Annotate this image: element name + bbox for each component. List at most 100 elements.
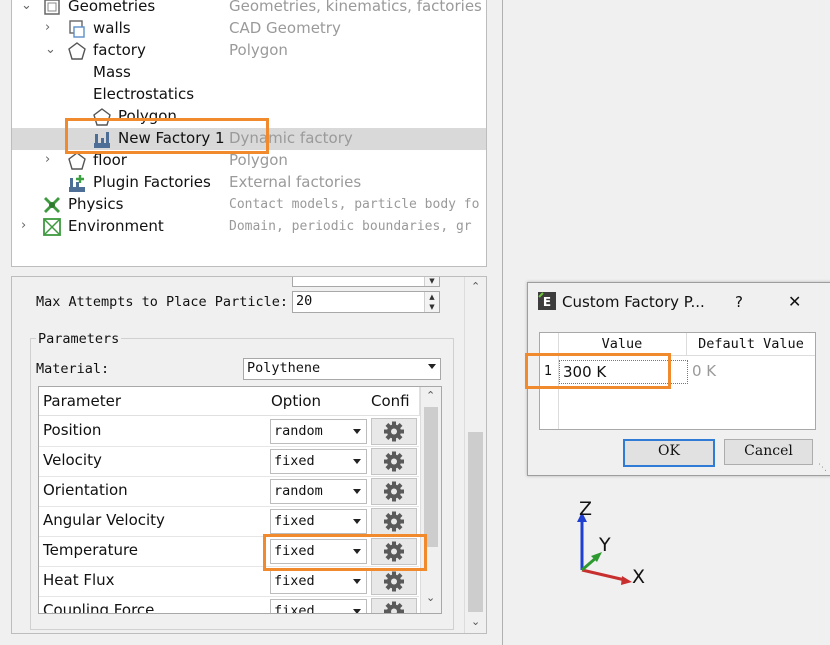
tree-item-factory[interactable]: ⌄ factory Polygon — [12, 40, 486, 62]
config-button[interactable] — [371, 418, 417, 445]
tree-item-description: Domain, periodic boundaries, gr — [229, 219, 472, 234]
chevron-right-icon[interactable]: › — [45, 20, 59, 36]
tree-item-label: Geometries — [68, 0, 156, 15]
ok-button[interactable]: OK — [623, 439, 715, 467]
resize-grip-icon[interactable]: ⋱ — [818, 463, 827, 473]
tree-item-description: Polygon — [229, 41, 288, 59]
tree-item-description: External factories — [229, 173, 362, 191]
option-select[interactable]: fixed — [270, 449, 367, 474]
tree-item-label: Physics — [68, 195, 124, 213]
spin-arrows-icon[interactable]: ▲▼ — [424, 292, 439, 312]
dropdown-arrow-icon — [428, 364, 436, 369]
tree-item-environment[interactable]: › Environment Domain, periodic boundarie… — [12, 216, 486, 238]
config-button[interactable] — [371, 478, 417, 505]
chevron-down-icon[interactable]: ⌄ — [21, 0, 35, 14]
tree-item-description: Contact models, particle body fo — [229, 197, 480, 212]
material-label: Material: — [36, 361, 110, 377]
max-attempts-spinbox[interactable]: 20 ▲ ▼ — [292, 291, 440, 313]
parameter-name: Velocity — [43, 451, 102, 469]
option-select[interactable]: random — [270, 419, 367, 444]
x-axis-label: X — [632, 566, 646, 588]
table-row: Angular Velocity fixed — [39, 506, 419, 537]
svg-text:E: E — [543, 295, 551, 309]
config-button[interactable] — [371, 568, 417, 595]
spin-arrows-icon[interactable]: ▲▼ — [424, 277, 439, 286]
dropdown-arrow-icon — [353, 519, 361, 524]
chevron-right-icon[interactable]: › — [45, 152, 59, 168]
tree-item-physics[interactable]: Physics Contact models, particle body fo — [12, 194, 486, 216]
z-axis-label: Z — [579, 498, 593, 520]
column-header-default-value[interactable]: Default Value — [687, 333, 815, 356]
geometries-icon — [42, 0, 62, 17]
dialog-title: Custom Factory P... — [562, 293, 705, 311]
polygon-icon — [67, 151, 87, 171]
dropdown-arrow-icon — [353, 459, 361, 464]
parameter-name: Heat Flux — [43, 571, 115, 589]
cancel-button[interactable]: Cancel — [724, 439, 813, 465]
tree-item-walls[interactable]: › walls CAD Geometry — [12, 18, 486, 40]
tree-item-description: Geometries, kinematics, factories — [229, 0, 482, 15]
parameter-name: Temperature — [43, 541, 139, 559]
config-button[interactable] — [371, 598, 417, 613]
scroll-up-icon[interactable]: ⌃ — [471, 280, 480, 293]
tree-item-electrostatics[interactable]: Electrostatics — [12, 84, 486, 106]
option-select[interactable]: fixed — [270, 509, 367, 534]
max-attempts-label: Max Attempts to Place Particle: — [36, 294, 288, 310]
panel-divider[interactable] — [502, 0, 503, 645]
plugin-factory-icon — [67, 173, 87, 193]
highlight-value-cell — [525, 353, 671, 389]
dropdown-arrow-icon — [353, 489, 361, 494]
option-select[interactable]: fixed — [270, 569, 367, 594]
column-header-config[interactable]: Confi — [367, 387, 420, 416]
x-axis-line — [581, 568, 626, 582]
chevron-right-icon[interactable]: › — [21, 218, 35, 234]
y-axis-label: Y — [599, 534, 611, 556]
clipped-spinbox[interactable]: ▲▼ — [292, 277, 440, 287]
config-button[interactable] — [371, 448, 417, 475]
table-scroll-thumb[interactable] — [424, 407, 438, 547]
table-scrollbar[interactable]: ⌃ ⌄ — [420, 387, 441, 613]
tree-item-label: Mass — [93, 63, 131, 81]
dropdown-arrow-icon — [353, 429, 361, 434]
highlight-new-factory — [65, 118, 269, 154]
highlight-temperature — [263, 534, 427, 571]
scroll-down-icon[interactable]: ⌄ — [471, 615, 480, 628]
option-select[interactable]: fixed — [270, 599, 367, 613]
option-select[interactable]: random — [270, 479, 367, 504]
chevron-down-icon[interactable]: ⌄ — [45, 42, 59, 58]
tree-item-label: factory — [93, 41, 146, 59]
app-icon: E — [538, 292, 556, 310]
default-value-cell: 0 K — [692, 362, 717, 380]
tree-item-label: Electrostatics — [93, 85, 195, 103]
tree-item-geometries[interactable]: ⌄ Geometries Geometries, kinematics, fac… — [12, 0, 486, 18]
column-header-parameter[interactable]: Parameter — [39, 387, 268, 416]
tree-item-label: Plugin Factories — [93, 173, 211, 191]
config-button[interactable] — [371, 508, 417, 535]
help-button[interactable]: ? — [735, 293, 743, 311]
parameter-table: Parameter Option Confi Position random V… — [38, 386, 442, 614]
tree-item-mass[interactable]: Mass — [12, 62, 486, 84]
tree-item-label: walls — [93, 19, 131, 37]
panel-scrollbar[interactable]: ⌃ ⌄ — [464, 277, 486, 633]
parameter-name: Coupling Force — [43, 601, 155, 614]
tree-item-label: Environment — [68, 217, 164, 235]
parameter-name: Orientation — [43, 481, 128, 499]
material-select[interactable]: Polythene — [243, 358, 441, 380]
close-button[interactable]: ✕ — [788, 292, 801, 311]
panel-scroll-thumb[interactable] — [468, 432, 483, 612]
polygon-icon — [67, 41, 87, 61]
environment-icon — [42, 217, 62, 237]
dropdown-arrow-icon — [353, 609, 361, 613]
table-row: Position random — [39, 416, 419, 447]
dropdown-arrow-icon — [353, 579, 361, 584]
parameters-group-title: Parameters — [36, 331, 122, 347]
tree-item-plugin-factories[interactable]: Plugin Factories External factories — [12, 172, 486, 194]
scroll-up-icon[interactable]: ⌃ — [426, 389, 435, 402]
factory-settings-panel: ▲▼ Max Attempts to Place Particle: 20 ▲▼… — [11, 276, 487, 634]
column-header-option[interactable]: Option — [267, 387, 368, 416]
table-row: Coupling Force fixed — [39, 596, 419, 614]
parameter-name: Angular Velocity — [43, 511, 165, 529]
parameter-name: Position — [43, 421, 102, 439]
scroll-down-icon[interactable]: ⌄ — [426, 591, 435, 604]
tree-item-description: CAD Geometry — [229, 19, 341, 37]
